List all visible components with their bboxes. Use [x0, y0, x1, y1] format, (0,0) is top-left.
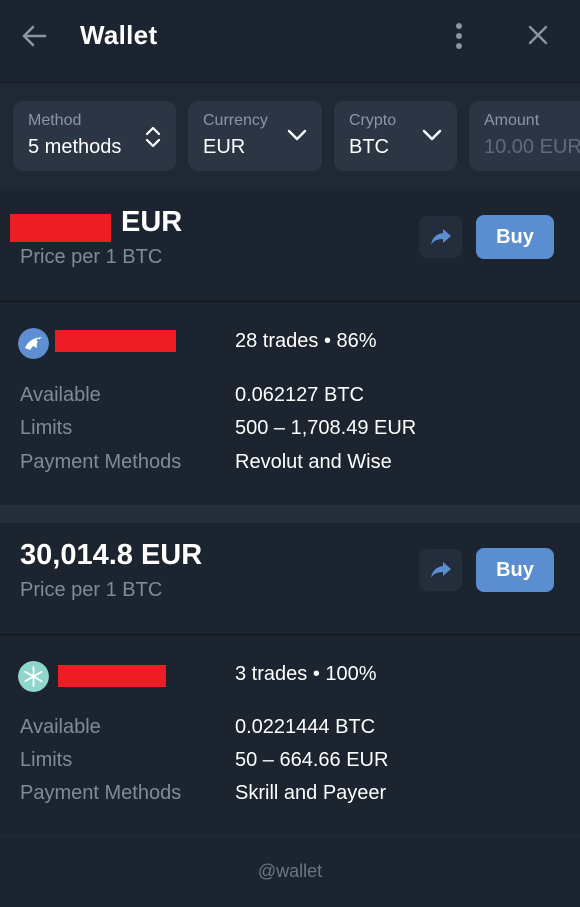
offer-price: 30,014.8 EUR	[20, 539, 203, 571]
amount-filter[interactable]: Amount 10.00 EUR	[469, 101, 580, 171]
buy-button[interactable]: Buy	[476, 215, 554, 259]
limits-value: 500 – 1,708.49 EUR	[235, 417, 417, 439]
payment-methods-label: Payment Methods	[20, 782, 182, 804]
snowflake-avatar-icon[interactable]	[18, 661, 49, 692]
footer-handle[interactable]: @wallet	[0, 861, 580, 882]
share-arrow-icon	[431, 229, 451, 245]
available-label: Available	[20, 716, 101, 738]
amount-filter-label: Amount	[484, 112, 540, 129]
currency-filter[interactable]: Currency EUR	[188, 101, 322, 171]
limits-label: Limits	[20, 749, 73, 771]
chevron-down-icon	[287, 129, 307, 141]
share-button[interactable]	[419, 549, 462, 591]
trades-stats: 28 trades • 86%	[235, 330, 377, 352]
crypto-filter-label: Crypto	[349, 112, 397, 129]
bird-avatar-icon[interactable]	[18, 328, 49, 359]
method-filter[interactable]: Method 5 methods	[13, 101, 176, 171]
page-title: Wallet	[80, 20, 158, 50]
top-bar: Wallet	[0, 0, 580, 83]
limits-value: 50 – 664.66 EUR	[235, 749, 389, 771]
redacted-username	[58, 665, 166, 687]
payment-methods-value: Revolut and Wise	[235, 451, 392, 473]
close-icon[interactable]	[526, 23, 550, 47]
share-button[interactable]	[419, 216, 462, 258]
price-per-label: Price per 1 BTC	[20, 246, 163, 268]
available-value: 0.0221444 BTC	[235, 716, 376, 738]
price-per-label: Price per 1 BTC	[20, 579, 163, 601]
offer-details: 28 trades • 86% Available 0.062127 BTC L…	[0, 302, 580, 505]
crypto-filter[interactable]: Crypto BTC	[334, 101, 457, 171]
crypto-filter-value: BTC	[349, 136, 389, 158]
currency-filter-value: EUR	[203, 136, 246, 158]
payment-methods-label: Payment Methods	[20, 451, 182, 473]
offer-header: EUR Price per 1 BTC Buy	[0, 190, 580, 302]
redacted-price	[10, 214, 111, 242]
chevron-up-down-icon	[145, 126, 161, 148]
offer-price: EUR	[121, 206, 183, 238]
currency-filter-label: Currency	[203, 112, 268, 129]
filter-bar: Method 5 methods Currency EUR Crypto BTC…	[0, 83, 580, 189]
available-label: Available	[20, 384, 101, 406]
divider	[0, 505, 580, 523]
more-vertical-icon[interactable]	[450, 22, 468, 50]
trades-stats: 3 trades • 100%	[235, 663, 377, 685]
payment-methods-value: Skrill and Payeer	[235, 782, 387, 804]
offer-header: 30,014.8 EUR Price per 1 BTC Buy	[0, 523, 580, 635]
chevron-down-icon	[422, 129, 442, 141]
method-filter-value: 5 methods	[28, 136, 122, 158]
available-value: 0.062127 BTC	[235, 384, 364, 406]
amount-input[interactable]: 10.00 EUR	[484, 136, 580, 159]
footer: @wallet	[0, 836, 580, 907]
limits-label: Limits	[20, 417, 73, 439]
buy-button[interactable]: Buy	[476, 548, 554, 592]
arrow-left-icon[interactable]	[20, 22, 48, 50]
redacted-username	[55, 330, 176, 352]
share-arrow-icon	[431, 562, 451, 578]
offer-details: 3 trades • 100% Available 0.0221444 BTC …	[0, 635, 580, 836]
method-filter-label: Method	[28, 112, 82, 129]
